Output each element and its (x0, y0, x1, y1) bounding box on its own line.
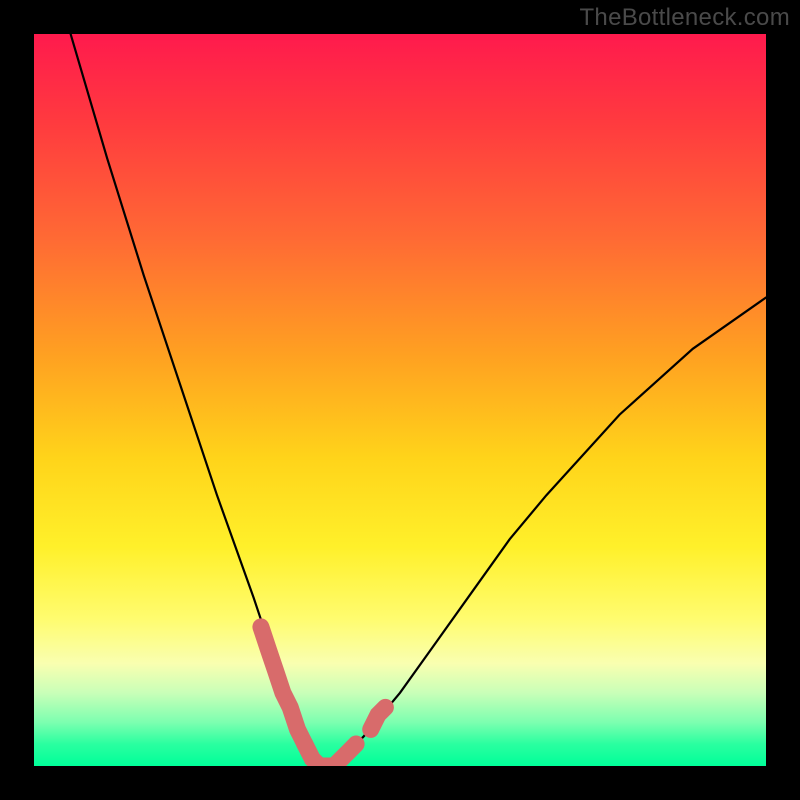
highlight-segment-left (261, 627, 305, 744)
watermark-text: TheBottleneck.com (579, 4, 790, 32)
highlight-segment-bottom (305, 744, 356, 766)
highlight-segment-right (371, 707, 386, 729)
chart-frame: TheBottleneck.com (0, 0, 800, 800)
plot-area (34, 34, 766, 766)
bottleneck-curve (71, 34, 766, 766)
curve-layer (34, 34, 766, 766)
